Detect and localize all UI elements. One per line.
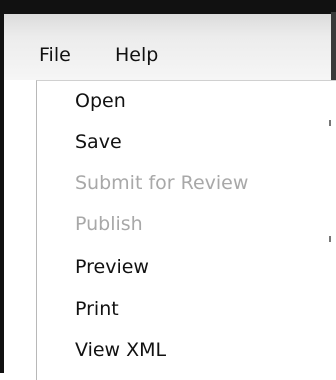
menu-item-save[interactable]: Save bbox=[75, 131, 122, 153]
menu-item-print[interactable]: Print bbox=[75, 298, 119, 320]
menu-item-view-xml[interactable]: View XML bbox=[75, 339, 166, 361]
help-menu[interactable]: Help bbox=[115, 44, 158, 66]
app-window: File Help Open Save Submit for Review Pu… bbox=[0, 0, 336, 380]
menu-item-submit-for-review: Submit for Review bbox=[75, 172, 249, 194]
background-tick bbox=[329, 236, 331, 242]
window-top-border bbox=[0, 0, 336, 14]
menu-item-publish: Publish bbox=[75, 213, 143, 235]
menu-item-preview[interactable]: Preview bbox=[75, 256, 149, 278]
menu-item-open[interactable]: Open bbox=[75, 90, 126, 112]
menu-bar: File Help bbox=[4, 14, 331, 80]
background-tick bbox=[329, 120, 331, 126]
file-dropdown-menu: Open Save Submit for Review Publish Prev… bbox=[36, 80, 336, 380]
file-menu[interactable]: File bbox=[39, 44, 71, 66]
